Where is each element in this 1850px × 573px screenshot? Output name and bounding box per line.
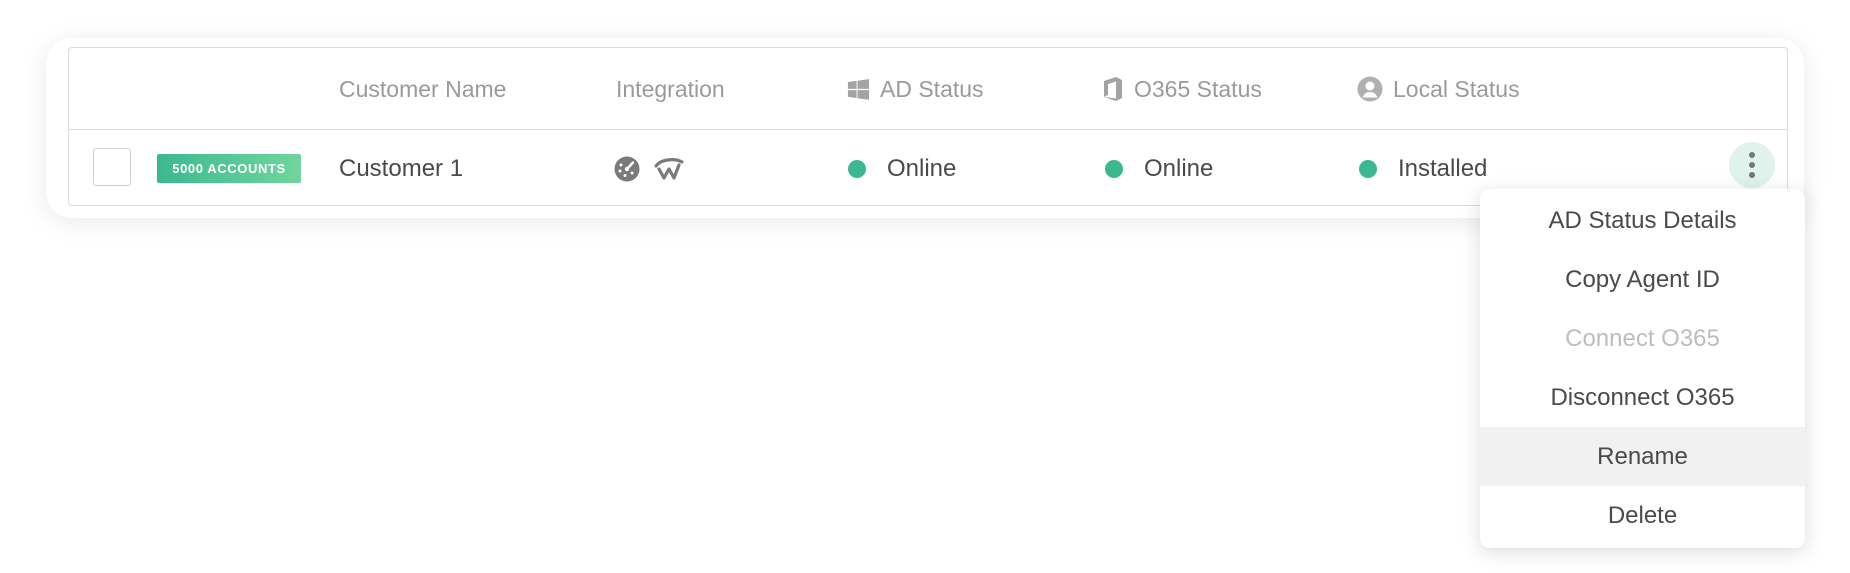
o365-status-cell: Online — [1105, 130, 1213, 207]
local-status-value: Installed — [1398, 154, 1488, 182]
integration-cell — [614, 130, 698, 207]
menu-item-connect-o365: Connect O365 — [1565, 324, 1720, 352]
header-customer-name[interactable]: Customer Name — [339, 48, 506, 130]
kebab-dot-icon — [1749, 162, 1755, 168]
customers-table: Customer Name Integration AD Status O365… — [68, 47, 1788, 206]
header-customer-name-label: Customer Name — [339, 75, 507, 102]
row-checkbox[interactable] — [93, 148, 131, 186]
user-circle-icon — [1357, 76, 1383, 102]
menu-item-disconnect-o365[interactable]: Disconnect O365 — [1480, 368, 1805, 427]
header-integration[interactable]: Integration — [616, 48, 725, 130]
local-status-cell: Installed — [1359, 130, 1487, 207]
kebab-dot-icon — [1749, 152, 1755, 158]
header-ad-status-label: AD Status — [880, 75, 984, 102]
menu-item-ad-status-details[interactable]: AD Status Details — [1480, 191, 1805, 250]
customer-name: Customer 1 — [339, 154, 464, 182]
gauge-icon — [614, 156, 640, 182]
customer-name-cell: Customer 1 — [339, 130, 463, 207]
header-ad-status[interactable]: AD Status — [847, 48, 984, 130]
accounts-badge: 5000 ACCOUNTS — [157, 154, 301, 183]
header-o365-status[interactable]: O365 Status — [1102, 48, 1262, 130]
menu-item-rename[interactable]: Rename — [1480, 427, 1805, 486]
kebab-dot-icon — [1749, 172, 1755, 178]
row-actions-menu: AD Status Details Copy Agent ID Connect … — [1480, 189, 1805, 548]
more-options-button[interactable] — [1729, 142, 1775, 188]
connectwise-icon — [654, 157, 684, 181]
ad-status-dot — [848, 159, 866, 178]
table-header-row: Customer Name Integration AD Status O365… — [69, 48, 1787, 130]
windows-icon — [847, 78, 870, 101]
header-local-status[interactable]: Local Status — [1357, 48, 1520, 130]
local-status-dot — [1359, 159, 1377, 178]
menu-item-delete[interactable]: Delete — [1480, 486, 1805, 545]
ad-status-value: Online — [887, 154, 957, 182]
header-integration-label: Integration — [616, 75, 725, 102]
office-icon — [1102, 76, 1124, 102]
o365-status-value: Online — [1144, 154, 1214, 182]
menu-item-copy-agent-id[interactable]: Copy Agent ID — [1480, 250, 1805, 309]
ad-status-cell: Online — [848, 130, 956, 207]
header-o365-status-label: O365 Status — [1134, 75, 1262, 102]
o365-status-dot — [1105, 159, 1123, 178]
header-local-status-label: Local Status — [1393, 75, 1520, 102]
